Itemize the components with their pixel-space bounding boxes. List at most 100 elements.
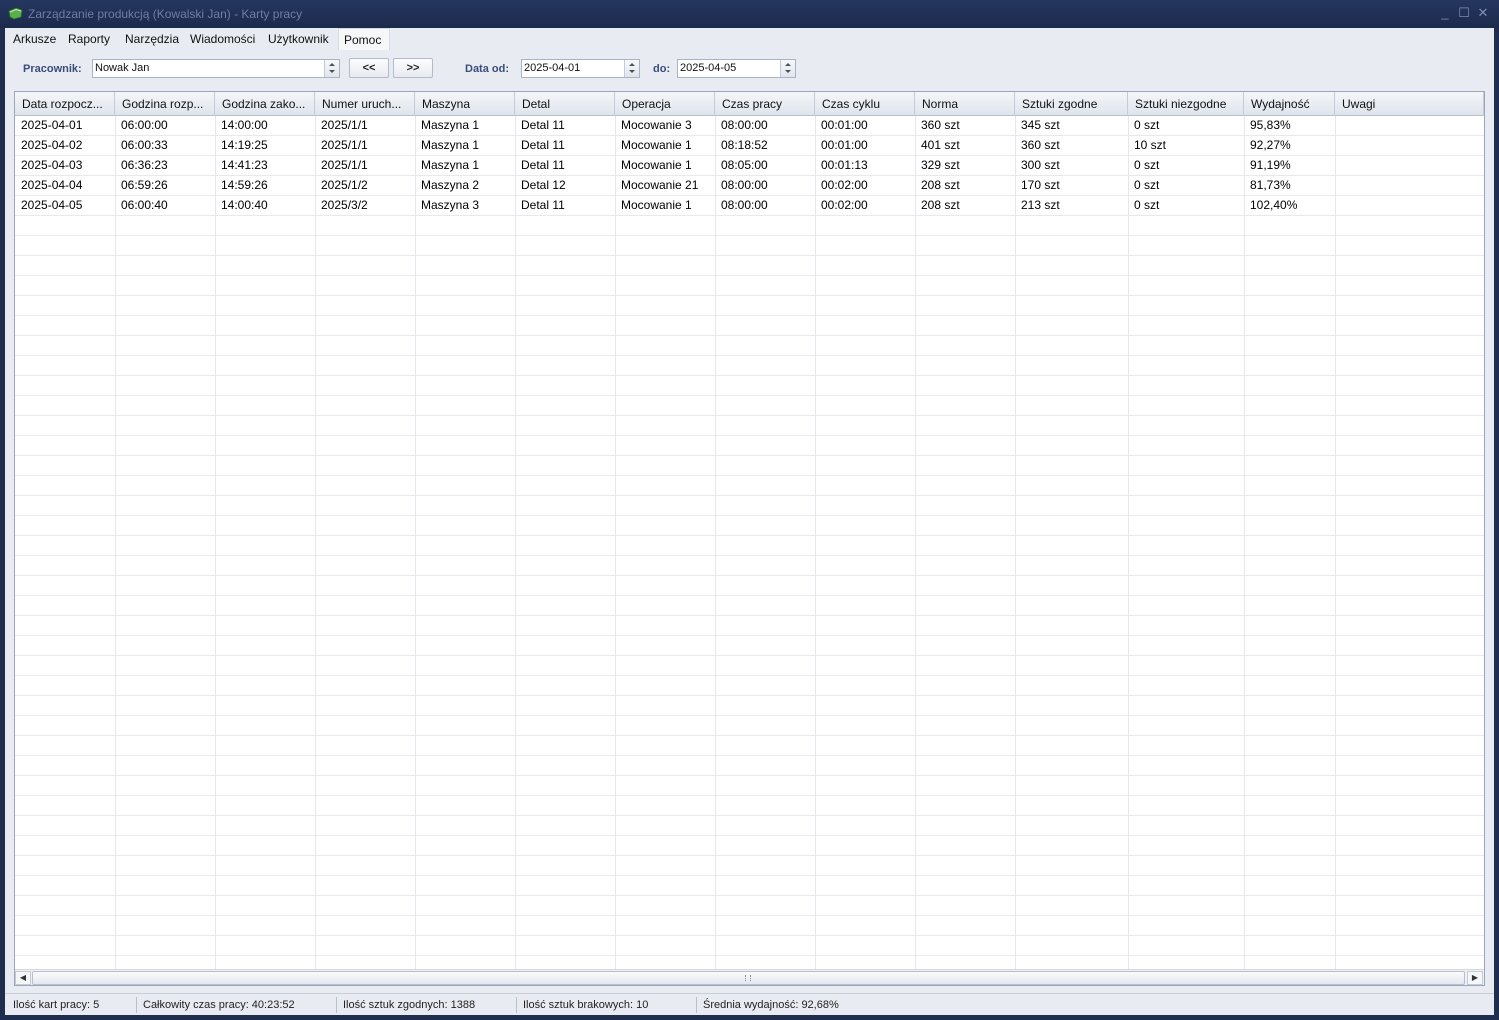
table-cell[interactable]: 360 szt	[915, 116, 1015, 136]
table-cell[interactable]	[1335, 176, 1484, 196]
table-cell[interactable]: 2025/3/2	[315, 196, 415, 216]
title-bar[interactable]: Zarządzanie produkcją (Kowalski Jan) - K…	[0, 0, 1499, 28]
table-cell[interactable]: Detal 11	[515, 156, 615, 176]
table-cell[interactable]: 2025/1/1	[315, 136, 415, 156]
table-cell[interactable]: 0 szt	[1128, 156, 1244, 176]
table-cell[interactable]: Detal 11	[515, 136, 615, 156]
table-cell[interactable]: 345 szt	[1015, 116, 1128, 136]
table-cell[interactable]: 92,27%	[1244, 136, 1335, 156]
table-cell[interactable]: 360 szt	[1015, 136, 1128, 156]
table-cell[interactable]: 2025-04-02	[15, 136, 115, 156]
spin-down-icon[interactable]	[329, 70, 335, 73]
column-header[interactable]: Sztuki zgodne	[1015, 92, 1128, 116]
table-cell[interactable]: 06:36:23	[115, 156, 215, 176]
spin-up-icon[interactable]	[629, 63, 635, 66]
table-cell[interactable]: 2025/1/1	[315, 156, 415, 176]
table-cell[interactable]: 2025-04-05	[15, 196, 115, 216]
date-from-field[interactable]: 2025-04-01	[521, 59, 640, 78]
table-cell[interactable]: Maszyna 1	[415, 136, 515, 156]
table-cell[interactable]: Detal 11	[515, 196, 615, 216]
table-cell[interactable]: 2025/1/1	[315, 116, 415, 136]
table-cell[interactable]: 2025-04-01	[15, 116, 115, 136]
date-to-spinner[interactable]	[780, 60, 795, 77]
table-cell[interactable]: 00:02:00	[815, 196, 915, 216]
table-cell[interactable]: 06:00:00	[115, 116, 215, 136]
maximize-icon[interactable]: ☐	[1456, 5, 1472, 21]
previous-button[interactable]: <<	[349, 58, 389, 78]
column-header[interactable]: Sztuki niezgodne	[1128, 92, 1244, 116]
table-cell[interactable]: Maszyna 1	[415, 116, 515, 136]
table-cell[interactable]: 213 szt	[1015, 196, 1128, 216]
table-cell[interactable]: 401 szt	[915, 136, 1015, 156]
column-header[interactable]: Wydajność	[1244, 92, 1335, 116]
table-cell[interactable]: 95,83%	[1244, 116, 1335, 136]
table-cell[interactable]: 00:01:00	[815, 136, 915, 156]
table-cell[interactable]: 10 szt	[1128, 136, 1244, 156]
table-cell[interactable]	[1335, 116, 1484, 136]
table-cell[interactable]	[1335, 156, 1484, 176]
column-header[interactable]: Operacja	[615, 92, 715, 116]
table-cell[interactable]: 0 szt	[1128, 196, 1244, 216]
table-cell[interactable]: Maszyna 1	[415, 156, 515, 176]
table-cell[interactable]: 00:02:00	[815, 176, 915, 196]
table-cell[interactable]: 329 szt	[915, 156, 1015, 176]
date-from-spinner[interactable]	[624, 60, 639, 77]
table-cell[interactable]: 08:05:00	[715, 156, 815, 176]
table-row[interactable]: 2025-04-04 06:59:26 14:59:26 2025/1/2 Maszyn…	[15, 176, 1484, 196]
spin-up-icon[interactable]	[329, 63, 335, 66]
table-cell[interactable]: 208 szt	[915, 176, 1015, 196]
column-header[interactable]: Godzina zako...	[215, 92, 315, 116]
next-button[interactable]: >>	[393, 58, 433, 78]
menu-narzedzia[interactable]: Narzędzia	[125, 28, 179, 50]
column-header[interactable]: Czas pracy	[715, 92, 815, 116]
employee-combo[interactable]: Nowak Jan	[92, 59, 340, 78]
table-cell[interactable]: 14:00:00	[215, 116, 315, 136]
menu-pomoc[interactable]: Pomoc	[338, 28, 390, 50]
close-icon[interactable]: ✕	[1475, 5, 1491, 21]
table-cell[interactable]: 102,40%	[1244, 196, 1335, 216]
menu-uzytkownik[interactable]: Użytkownik	[268, 28, 329, 50]
column-header[interactable]: Norma	[915, 92, 1015, 116]
table-cell[interactable]: 0 szt	[1128, 116, 1244, 136]
table-cell[interactable]: 06:00:33	[115, 136, 215, 156]
spin-up-icon[interactable]	[785, 63, 791, 66]
column-header[interactable]: Uwagi	[1335, 92, 1484, 116]
table-cell[interactable]: 00:01:13	[815, 156, 915, 176]
table-cell[interactable]: 81,73%	[1244, 176, 1335, 196]
table-cell[interactable]: Mocowanie 1	[615, 156, 715, 176]
table-cell[interactable]: Maszyna 3	[415, 196, 515, 216]
table-row[interactable]: 2025-04-02 06:00:33 14:19:25 2025/1/1 Maszyn…	[15, 136, 1484, 156]
table-row[interactable]: 2025-04-01 06:00:00 14:00:00 2025/1/1 Maszyn…	[15, 116, 1484, 136]
work-cards-grid[interactable]: Data rozpocz... Godzina rozp... Godzina za…	[14, 91, 1485, 986]
table-cell[interactable]: 170 szt	[1015, 176, 1128, 196]
spin-down-icon[interactable]	[629, 70, 635, 73]
menu-wiadomosci[interactable]: Wiadomości	[190, 28, 255, 50]
table-cell[interactable]: Detal 12	[515, 176, 615, 196]
table-cell[interactable]: 208 szt	[915, 196, 1015, 216]
table-row[interactable]: 2025-04-03 06:36:23 14:41:23 2025/1/1 Maszyn…	[15, 156, 1484, 176]
table-cell[interactable]: 2025-04-03	[15, 156, 115, 176]
table-cell[interactable]: 08:00:00	[715, 116, 815, 136]
table-cell[interactable]: 14:41:23	[215, 156, 315, 176]
spin-down-icon[interactable]	[785, 70, 791, 73]
table-cell[interactable]: 06:00:40	[115, 196, 215, 216]
horizontal-scrollbar[interactable]: ◀ ▶	[15, 969, 1484, 985]
table-cell[interactable]: 08:00:00	[715, 196, 815, 216]
table-cell[interactable]: 300 szt	[1015, 156, 1128, 176]
column-header[interactable]: Godzina rozp...	[115, 92, 215, 116]
table-cell[interactable]: 14:59:26	[215, 176, 315, 196]
employee-spinner[interactable]	[324, 60, 339, 77]
table-cell[interactable]	[1335, 136, 1484, 156]
date-to-field[interactable]: 2025-04-05	[677, 59, 796, 78]
scroll-thumb[interactable]	[32, 971, 1465, 985]
scroll-right-icon[interactable]: ▶	[1467, 971, 1483, 985]
minimize-icon[interactable]: _	[1437, 5, 1453, 21]
table-cell[interactable]: 06:59:26	[115, 176, 215, 196]
scroll-left-icon[interactable]: ◀	[15, 971, 31, 985]
table-cell[interactable]: 08:00:00	[715, 176, 815, 196]
table-cell[interactable]: 14:00:40	[215, 196, 315, 216]
menu-arkusze[interactable]: Arkusze	[13, 28, 56, 50]
table-cell[interactable]: Mocowanie 1	[615, 196, 715, 216]
table-cell[interactable]: Maszyna 2	[415, 176, 515, 196]
column-header[interactable]: Czas cyklu	[815, 92, 915, 116]
